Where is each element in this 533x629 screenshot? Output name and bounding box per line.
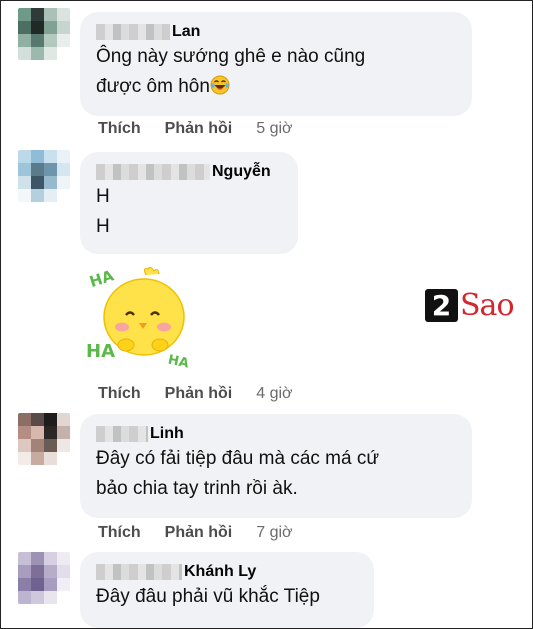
like-button[interactable]: Thích (98, 120, 141, 138)
comment-bubble: Nguyễn H H (80, 152, 298, 254)
comment-actions: Thích Phản hồi 4 giờ (98, 385, 293, 403)
sticker-text-right: HA (167, 352, 191, 370)
ha-ha-chick-sticker: HA HA HA (86, 266, 191, 370)
comment-text: Đây đâu phải vũ khắc Tiệp (96, 586, 320, 607)
comment-actions: Thích Phản hồi 5 giờ (98, 120, 293, 138)
comment-bubble: Khánh Ly Đây đâu phải vũ khắc Tiệp (80, 552, 374, 628)
logo-word: Sao (460, 288, 514, 323)
timestamp[interactable]: 4 giờ (256, 385, 292, 403)
timestamp[interactable]: 5 giờ (256, 120, 292, 138)
avatar[interactable] (18, 8, 70, 60)
sticker-text-top: HA (87, 266, 116, 291)
blurred-name (96, 426, 148, 442)
like-button[interactable]: Thích (98, 385, 141, 403)
comment-text: Đây có fải tiệp đâu mà các má cứ bảo chi… (96, 448, 380, 499)
comment-text: Ông này sướng ghê e nào cũng được ôm hôn (96, 46, 366, 97)
comment-text: H H (96, 186, 110, 237)
commenter-name[interactable]: Lan (172, 23, 200, 41)
sticker-text-left: HA (86, 341, 115, 362)
reply-button[interactable]: Phản hồi (165, 524, 233, 542)
avatar[interactable] (18, 413, 70, 465)
reply-button[interactable]: Phản hồi (165, 385, 233, 403)
timestamp[interactable]: 7 giờ (256, 524, 292, 542)
commenter-name[interactable]: Linh (150, 425, 184, 443)
like-button[interactable]: Thích (98, 524, 141, 542)
avatar[interactable] (18, 552, 70, 604)
comment-bubble: Linh Đây có fải tiệp đâu mà các má cứ bả… (80, 414, 472, 518)
reply-button[interactable]: Phản hồi (165, 120, 233, 138)
blurred-name (96, 564, 182, 580)
laughing-emoji-icon (210, 75, 230, 95)
commenter-name[interactable]: Khánh Ly (184, 563, 256, 581)
logo-digit: 2 (425, 289, 458, 322)
2sao-logo: 2 Sao (425, 288, 514, 323)
blurred-name (96, 24, 170, 40)
comment-bubble: Lan Ông này sướng ghê e nào cũng được ôm… (80, 12, 472, 116)
blurred-name (96, 164, 210, 180)
comment-actions: Thích Phản hồi 7 giờ (98, 524, 293, 542)
commenter-name[interactable]: Nguyễn (212, 163, 271, 181)
avatar[interactable] (18, 150, 70, 202)
